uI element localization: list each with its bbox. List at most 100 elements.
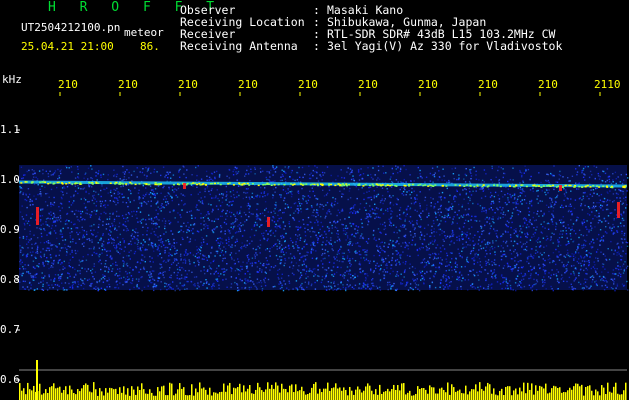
noise-speckle (303, 263, 305, 265)
noise-speckle (612, 193, 615, 195)
noise-speckle (286, 287, 288, 289)
noise-speckle (469, 233, 471, 235)
noise-speckle (329, 242, 331, 245)
noise-speckle (237, 287, 239, 289)
noise-speckle (508, 221, 510, 224)
noise-speckle (622, 212, 625, 215)
noise-speckle (604, 172, 607, 175)
noise-speckle (72, 238, 74, 240)
noise-speckle (259, 244, 262, 246)
noise-speckle (374, 217, 376, 220)
noise-speckle (561, 233, 564, 235)
noise-speckle (385, 257, 387, 260)
noise-speckle (419, 207, 422, 209)
noise-speckle (548, 254, 550, 257)
noise-speckle (252, 281, 254, 283)
noise-speckle (389, 194, 391, 197)
noise-speckle (95, 286, 97, 288)
noise-speckle (491, 167, 493, 170)
noise-speckle (123, 261, 125, 263)
noise-speckle (305, 243, 308, 245)
noise-speckle (142, 234, 144, 236)
noise-speckle (375, 264, 377, 267)
noise-speckle (127, 197, 129, 199)
noise-speckle (210, 204, 212, 206)
noise-speckle (239, 230, 242, 232)
noise-speckle (502, 207, 504, 209)
noise-speckle (77, 168, 79, 170)
noise-speckle (447, 286, 449, 288)
noise-speckle (529, 265, 532, 268)
noise-speckle (138, 287, 140, 289)
noise-speckle (347, 198, 349, 201)
noise-speckle (552, 223, 554, 226)
noise-speckle (516, 263, 518, 266)
noise-speckle (619, 189, 621, 192)
noise-speckle (368, 215, 371, 217)
noise-speckle (500, 258, 503, 261)
noise-speckle (236, 238, 238, 241)
noise-speckle (133, 286, 135, 289)
noise-speckle (37, 193, 39, 196)
noise-speckle (334, 258, 336, 260)
noise-speckle (153, 250, 155, 252)
noise-speckle (417, 288, 419, 290)
noise-speckle (284, 178, 286, 180)
noise-speckle (289, 176, 291, 178)
noise-speckle (491, 260, 493, 263)
noise-speckle (310, 221, 312, 223)
noise-speckle (304, 239, 306, 241)
noise-speckle (59, 170, 61, 172)
noise-speckle (208, 176, 211, 179)
noise-speckle (432, 181, 434, 183)
noise-speckle (459, 271, 461, 273)
noise-speckle (180, 253, 182, 255)
noise-speckle (310, 172, 312, 174)
noise-speckle (38, 263, 40, 265)
noise-speckle (301, 286, 303, 289)
noise-speckle (455, 258, 457, 260)
noise-speckle (69, 275, 71, 278)
noise-speckle (603, 201, 605, 203)
noise-speckle (371, 208, 374, 211)
noise-speckle (337, 209, 339, 211)
noise-speckle (284, 190, 287, 193)
noise-speckle (293, 255, 295, 258)
noise-speckle (208, 179, 210, 181)
noise-speckle (87, 268, 90, 270)
noise-speckle (122, 165, 124, 168)
noise-speckle (624, 199, 627, 201)
noise-speckle (211, 220, 213, 222)
noise-speckle (623, 270, 625, 272)
noise-speckle (192, 284, 195, 286)
noise-speckle (341, 196, 343, 198)
noise-speckle (463, 246, 465, 248)
noise-speckle (140, 242, 142, 245)
noise-speckle (559, 206, 562, 208)
noise-speckle (75, 252, 77, 255)
noise-speckle (515, 278, 518, 280)
noise-speckle (436, 219, 439, 221)
noise-speckle (27, 264, 30, 266)
noise-speckle (296, 171, 298, 174)
noise-speckle (492, 240, 494, 242)
noise-speckle (542, 237, 545, 239)
noise-speckle (40, 208, 42, 210)
noise-speckle (458, 239, 461, 242)
noise-speckle (20, 166, 23, 168)
noise-speckle (217, 242, 219, 244)
noise-speckle (101, 249, 104, 251)
noise-speckle (98, 216, 101, 218)
noise-speckle (299, 227, 301, 229)
noise-speckle (317, 275, 319, 277)
noise-speckle (144, 195, 146, 197)
noise-speckle (280, 256, 283, 258)
noise-speckle (342, 275, 344, 277)
noise-speckle (97, 193, 100, 196)
noise-speckle (485, 264, 487, 266)
noise-speckle (28, 272, 30, 275)
noise-speckle (430, 202, 432, 204)
noise-speckle (274, 285, 276, 288)
noise-speckle (151, 228, 153, 230)
noise-speckle (547, 228, 550, 230)
